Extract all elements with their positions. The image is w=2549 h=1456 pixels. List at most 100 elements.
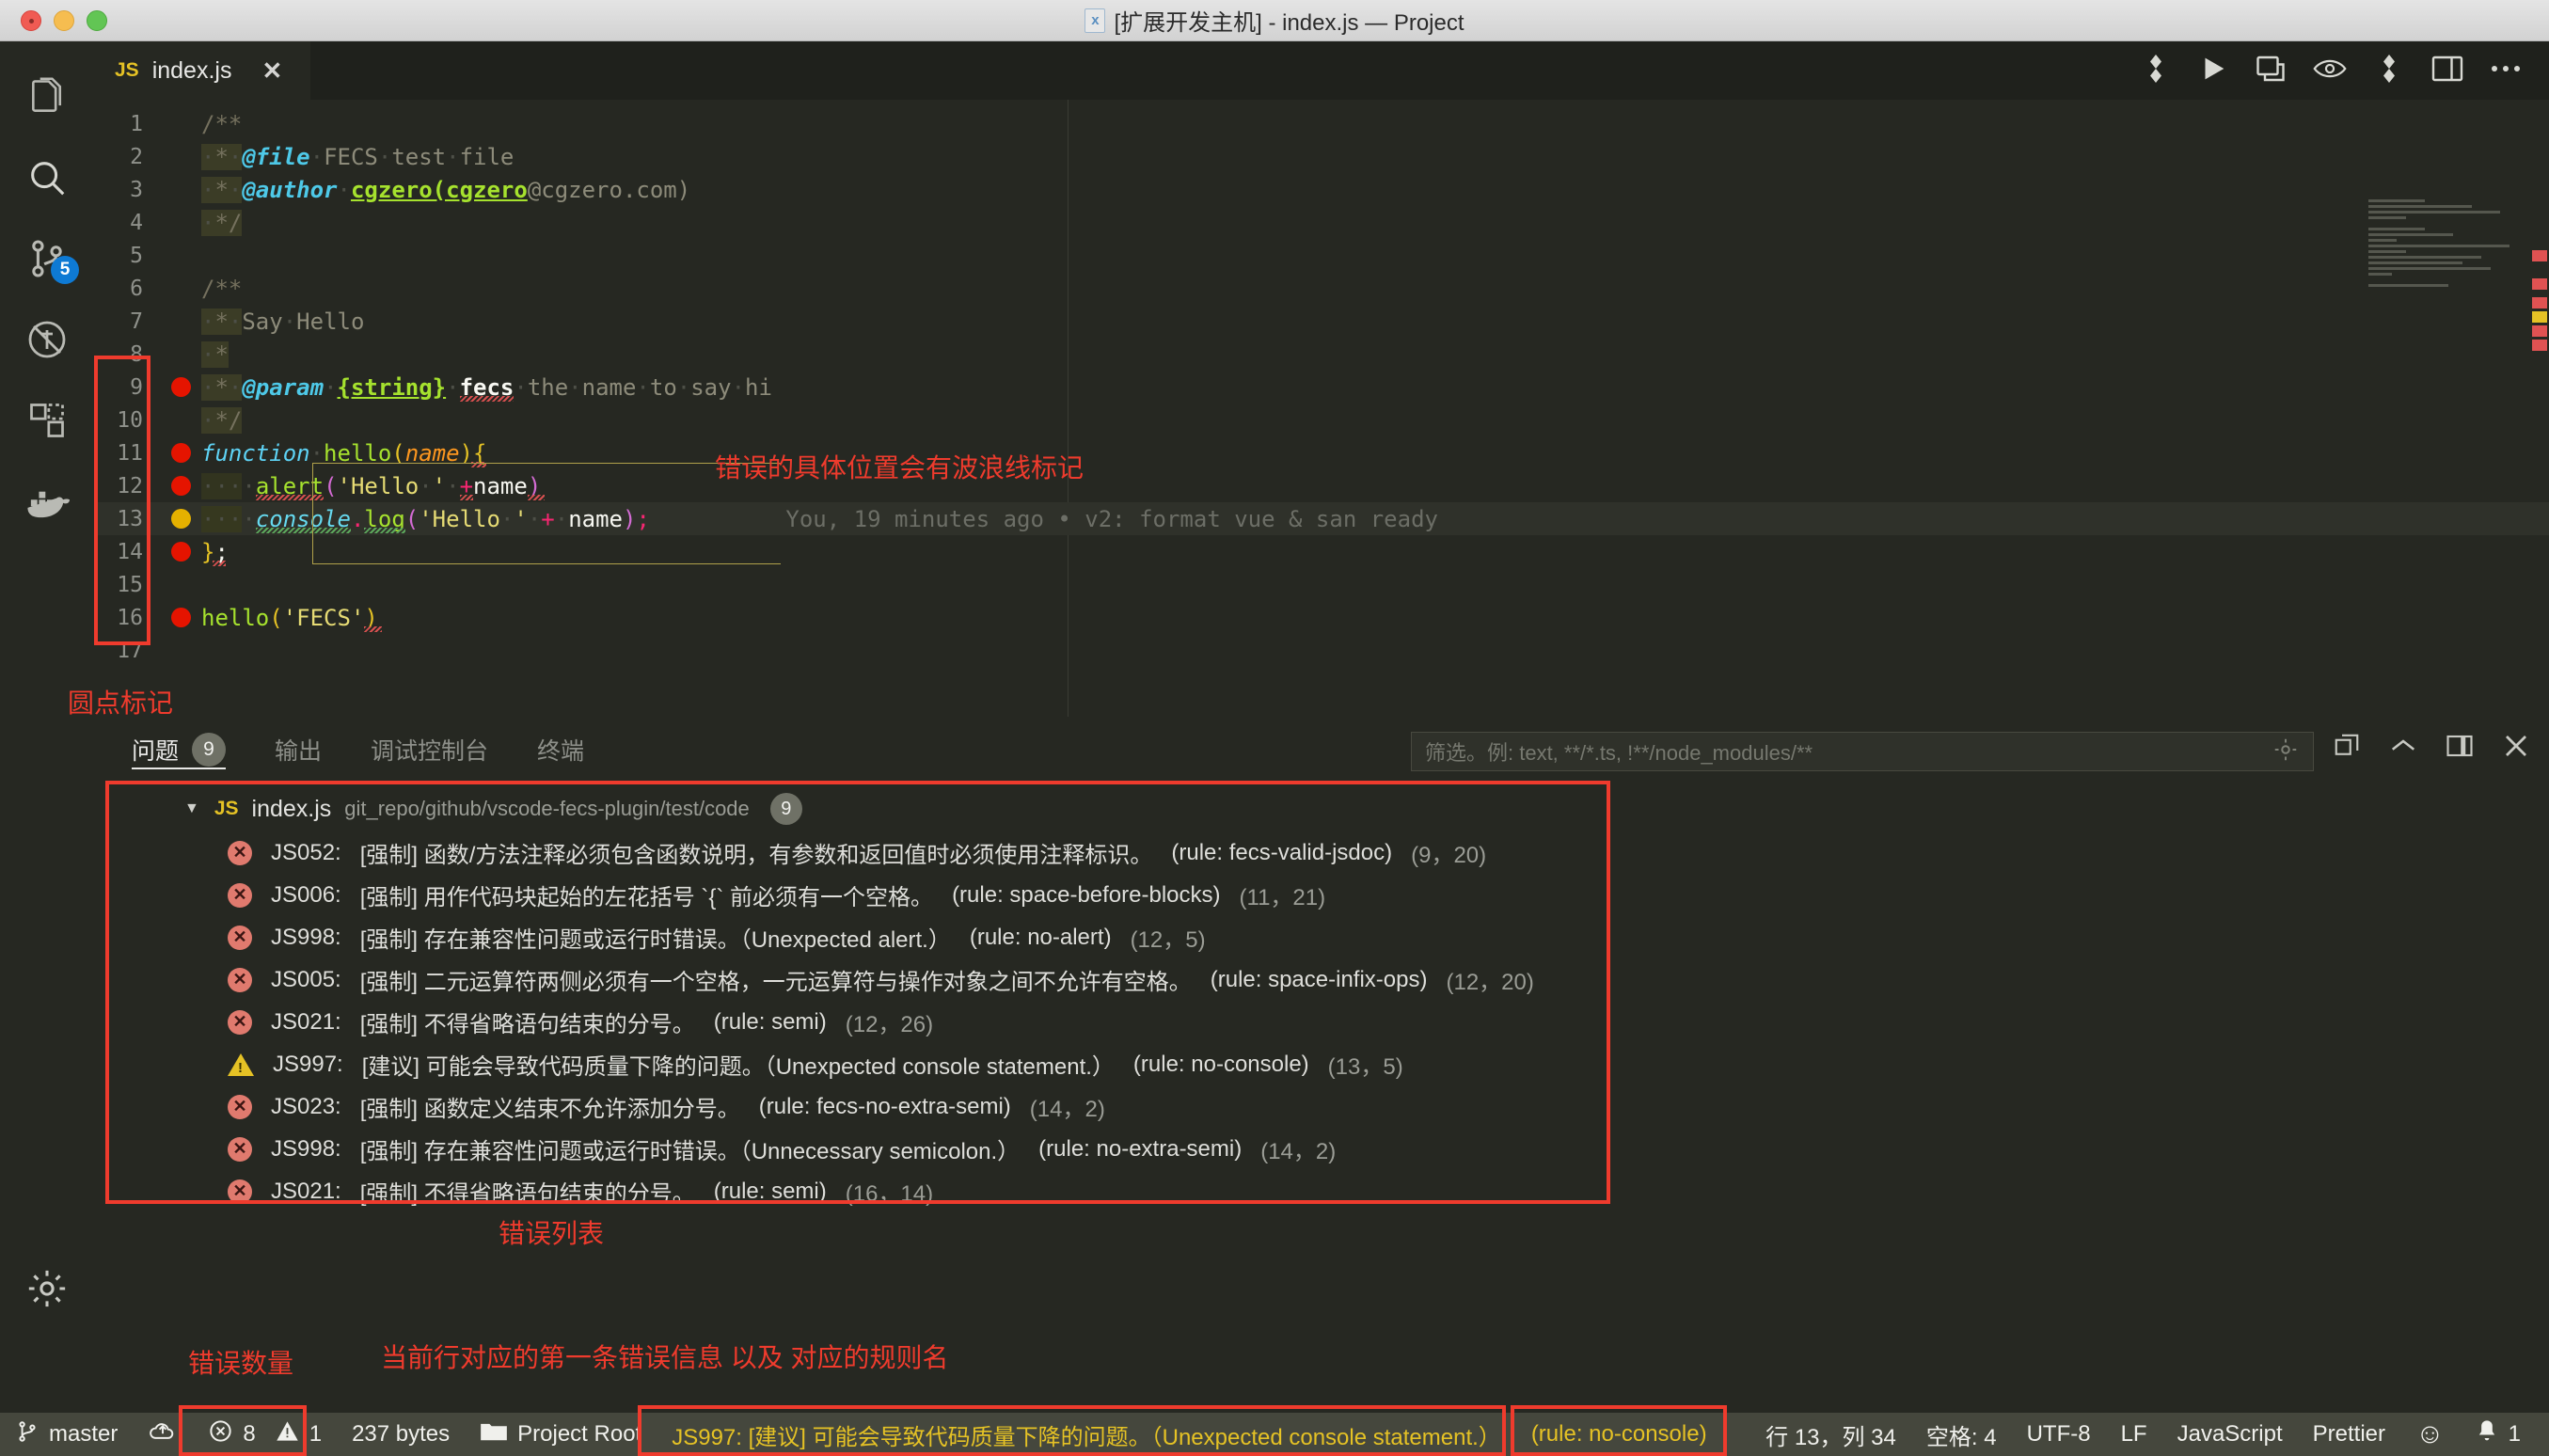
status-notifications[interactable]: 1 xyxy=(2460,1413,2549,1456)
problem-row[interactable]: ✕ JS023: [强制] 函数定义结束不允许添加分号。 (rule: fecs… xyxy=(184,1085,2549,1128)
chevron-down-icon[interactable]: ▼ xyxy=(184,800,199,817)
code-editor[interactable]: 1 /** 2 ·*·@file·FECS·test·file 3 ·*·@au… xyxy=(94,100,2549,717)
glyph-margin[interactable] xyxy=(162,502,201,535)
sidebar-item-explorer[interactable] xyxy=(0,56,94,137)
split-editor-icon[interactable] xyxy=(2139,52,2173,90)
status-filesize[interactable]: 237 bytes xyxy=(337,1413,465,1456)
glyph-margin[interactable] xyxy=(162,206,201,239)
ruler-mark-error xyxy=(2532,340,2547,351)
run-icon[interactable] xyxy=(2197,53,2229,89)
annotation-label-error-count: 错误数量 xyxy=(188,1349,294,1378)
maximize-icon[interactable] xyxy=(2446,734,2474,763)
code-line[interactable]: 9 ·*·@param·{string}·fecs ·the·name·to·sa… xyxy=(94,371,2549,404)
status-problem-message[interactable]: JS997: [建议] 可能会导致代码质量下降的问题。（Unexpected c… xyxy=(657,1413,1516,1456)
tab-output[interactable]: 输出 xyxy=(275,717,322,783)
code-line[interactable]: 12 ····alert ('Hello·'·+ name) xyxy=(94,469,2549,502)
code-line[interactable]: 6 /** xyxy=(94,272,2549,305)
sidebar-item-search[interactable] xyxy=(0,137,94,218)
tab-problems[interactable]: 问题 9 xyxy=(132,717,227,783)
problem-row[interactable]: ✕ JS021: [强制] 不得省略语句结束的分号。 (rule: semi) … xyxy=(184,1170,2549,1212)
minimap[interactable] xyxy=(2368,199,2528,388)
code-line[interactable]: 1 /** xyxy=(94,107,2549,140)
breakpoint-dot[interactable] xyxy=(171,608,191,627)
glyph-margin[interactable] xyxy=(162,173,201,206)
glyph-margin[interactable] xyxy=(162,568,201,601)
code-line[interactable]: 5 xyxy=(94,239,2549,272)
code-line[interactable]: 14 }; xyxy=(94,535,2549,568)
glyph-margin[interactable] xyxy=(162,404,201,436)
status-eol[interactable]: LF xyxy=(2106,1413,2162,1456)
code-line-current[interactable]: 13 ····console .log ('Hello·'·+·name); You… xyxy=(94,502,2549,535)
code-line[interactable]: 15 xyxy=(94,568,2549,601)
layout-icon[interactable] xyxy=(2430,54,2464,88)
status-encoding[interactable]: UTF-8 xyxy=(2012,1413,2106,1456)
status-language-mode[interactable]: JavaScript xyxy=(2162,1413,2298,1456)
tab-debug-console[interactable]: 调试控制台 xyxy=(371,717,488,783)
problem-row[interactable]: ✕ JS998: [强制] 存在兼容性问题或运行时错误。（Unnecessary… xyxy=(184,1128,2549,1170)
breakpoint-dot[interactable] xyxy=(171,377,191,397)
new-panel-icon[interactable] xyxy=(2333,732,2361,765)
breakpoint-dot[interactable] xyxy=(171,476,191,496)
glyph-margin[interactable] xyxy=(162,239,201,272)
breakpoint-dot[interactable] xyxy=(171,509,191,529)
code-line[interactable]: 11 function·hello(name){ xyxy=(94,436,2549,469)
line-number: 3 xyxy=(130,177,143,202)
status-feedback[interactable]: ☺ xyxy=(2400,1413,2460,1456)
code-line[interactable]: 16 hello('FECS') xyxy=(94,601,2549,634)
glyph-margin[interactable] xyxy=(162,634,201,667)
breakpoint-dot[interactable] xyxy=(171,542,191,562)
glyph-margin[interactable] xyxy=(162,272,201,305)
problem-row[interactable]: ✕ JS005: [强制] 二元运算符两侧必须有一个空格，一元运算符与操作对象之… xyxy=(184,958,2549,1001)
problems-file-group[interactable]: ▼ JS index.js git_repo/github/vscode-fec… xyxy=(184,786,2549,831)
problem-row[interactable]: ✕ JS052: [强制] 函数/方法注释必须包含函数说明，有参数和返回值时必须… xyxy=(184,831,2549,874)
glyph-margin[interactable] xyxy=(162,469,201,502)
problems-filter-input[interactable]: 筛选。例: text, **/*.ts, !**/node_modules/** xyxy=(1411,732,2314,771)
glyph-margin[interactable] xyxy=(162,107,201,140)
more-icon[interactable] xyxy=(2489,62,2523,79)
sidebar-item-run-debug[interactable] xyxy=(0,299,94,380)
close-icon[interactable]: ✕ xyxy=(261,56,282,86)
breakpoint-dot[interactable] xyxy=(171,443,191,463)
filter-settings-icon[interactable] xyxy=(2272,736,2300,768)
tab-index-js[interactable]: JS index.js ✕ xyxy=(94,41,310,100)
preview-icon[interactable] xyxy=(2254,52,2288,90)
glyph-margin[interactable] xyxy=(162,601,201,634)
problem-row[interactable]: ✕ JS021: [强制] 不得省略语句结束的分号。 (rule: semi) … xyxy=(184,1001,2549,1043)
problem-code: JS021: xyxy=(271,1008,341,1035)
overview-ruler[interactable] xyxy=(2530,100,2549,717)
eye-icon[interactable] xyxy=(2312,55,2348,87)
status-folder[interactable]: Project Root xyxy=(465,1413,657,1456)
status-indentation[interactable]: 空格: 4 xyxy=(1911,1413,2012,1456)
glyph-margin[interactable] xyxy=(162,371,201,404)
sidebar-item-extensions[interactable] xyxy=(0,380,94,461)
status-sync[interactable] xyxy=(133,1413,193,1456)
collapse-icon[interactable] xyxy=(2389,736,2417,761)
sidebar-item-settings[interactable] xyxy=(0,1253,94,1328)
problem-row[interactable]: JS997: [建议] 可能会导致代码质量下降的问题。（Unexpected c… xyxy=(184,1043,2549,1085)
code-line[interactable]: 3 ·*·@author·cgzero(cgzero@cgzero.com) xyxy=(94,173,2549,206)
sidebar-item-source-control[interactable]: 5 xyxy=(0,218,94,299)
status-cursor-position[interactable]: 行 13，列 34 xyxy=(1750,1413,1911,1456)
code-line[interactable]: 7 ·*·Say·Hello xyxy=(94,305,2549,338)
glyph-margin[interactable] xyxy=(162,305,201,338)
tab-terminal[interactable]: 终端 xyxy=(537,717,584,783)
code-line[interactable]: 8 ·* xyxy=(94,338,2549,371)
code-line[interactable]: 17 xyxy=(94,634,2549,667)
problem-row[interactable]: ✕ JS006: [强制] 用作代码块起始的左花括号 `{` 前必须有一个空格。… xyxy=(184,874,2549,916)
sidebar-item-docker[interactable] xyxy=(0,461,94,542)
code-line[interactable]: 4 ·*/ xyxy=(94,206,2549,239)
glyph-margin[interactable] xyxy=(162,338,201,371)
status-problems[interactable]: 8 1 xyxy=(193,1413,337,1456)
code-line[interactable]: 10 ·*/ xyxy=(94,404,2549,436)
problem-row[interactable]: ✕ JS998: [强制] 存在兼容性问题或运行时错误。（Unexpected … xyxy=(184,916,2549,958)
status-problem-rule[interactable]: (rule: no-console) xyxy=(1516,1413,1722,1456)
problem-text: [强制] 不得省略语句结束的分号。 xyxy=(359,1181,695,1207)
debug-alt-icon[interactable] xyxy=(2372,52,2406,90)
glyph-margin[interactable] xyxy=(162,140,201,173)
status-branch[interactable]: master xyxy=(0,1413,133,1456)
glyph-margin[interactable] xyxy=(162,436,201,469)
code-line[interactable]: 2 ·*·@file·FECS·test·file xyxy=(94,140,2549,173)
glyph-margin[interactable] xyxy=(162,535,201,568)
close-icon[interactable] xyxy=(2502,732,2530,765)
status-formatter[interactable]: Prettier xyxy=(2298,1413,2400,1456)
